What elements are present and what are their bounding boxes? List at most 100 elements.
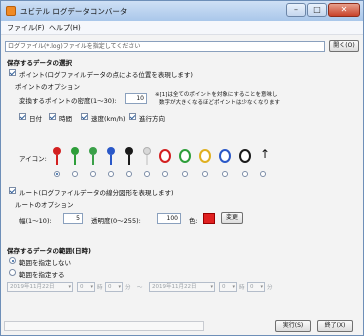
end-date-picker[interactable]: 2019年11月22日 ▾	[149, 282, 215, 292]
date-checkbox[interactable]	[19, 113, 26, 120]
title-bar[interactable]: ユビテル ログデータコンバータ – □ ✕	[1, 1, 363, 21]
dropdown-arrow-icon: ▾	[118, 284, 121, 290]
green-ring-icon[interactable]	[179, 147, 191, 169]
menu-help[interactable]: ヘルプ(H)	[49, 23, 81, 33]
start-hour-value: 0	[80, 284, 84, 290]
icon-radio-6[interactable]	[144, 171, 150, 177]
status-bar	[4, 321, 204, 331]
ring	[219, 149, 231, 163]
ring	[179, 149, 191, 163]
yellow-ring-icon[interactable]	[199, 147, 211, 169]
icon-radio-3[interactable]	[90, 171, 96, 177]
pin-head	[89, 147, 97, 155]
end-minute-unit: 分	[267, 285, 273, 291]
pin-head	[125, 147, 133, 155]
start-hour-unit: 時	[97, 285, 103, 291]
start-date-value: 2019年11月22日	[10, 284, 55, 290]
log-file-path-input[interactable]: ログファイル(*.log)ファイルを指定してください	[5, 41, 325, 52]
density-note-line1: ※[1]は全てのポイントを対象にすることを意味し	[155, 92, 278, 98]
route-color-swatch	[203, 213, 215, 224]
icon-label: アイコン:	[19, 155, 47, 163]
route-width-input[interactable]: 5	[63, 213, 83, 224]
icon-radio-2[interactable]	[72, 171, 78, 177]
route-options-title: ルートのオプション	[15, 201, 74, 209]
start-hour-select[interactable]: 0 ▾	[77, 282, 95, 292]
dropdown-arrow-icon: ▾	[90, 284, 93, 290]
pin-head	[143, 147, 151, 155]
red-pin-icon[interactable]	[51, 147, 63, 169]
speed-checkbox[interactable]	[81, 113, 88, 120]
pin-stem	[146, 155, 148, 165]
no-range-radio[interactable]	[9, 257, 16, 264]
black-pin-icon[interactable]	[123, 147, 135, 169]
green-pin-icon[interactable]	[87, 147, 99, 169]
start-minute-select[interactable]: 0 ▾	[105, 282, 123, 292]
point-options-title: ポイントのオプション	[15, 83, 80, 91]
icon-radio-7[interactable]	[162, 171, 168, 177]
black-ring-icon[interactable]	[239, 147, 251, 169]
arrow-up-glyph: ↑	[260, 147, 271, 161]
points-checkbox[interactable]	[9, 69, 16, 76]
route-opacity-label: 透明度(0〜255):	[91, 217, 141, 225]
arrow-up-icon[interactable]: ↑	[257, 147, 271, 169]
pin-stem	[128, 155, 130, 165]
menu-bar: ファイル(F) ヘルプ(H)	[1, 21, 363, 35]
date-label: 日付	[29, 115, 42, 123]
red-ring-icon[interactable]	[159, 147, 171, 169]
route-checkbox[interactable]	[9, 187, 16, 194]
no-range-label: 範囲を指定しない	[19, 259, 71, 267]
direction-checkbox[interactable]	[129, 113, 136, 120]
exit-button[interactable]: 終了(X)	[317, 320, 353, 332]
minimize-button[interactable]: –	[286, 3, 306, 17]
route-color-label: 色:	[189, 217, 198, 225]
dropdown-arrow-icon: ▾	[68, 284, 71, 290]
speed-label: 速度(km/h)	[91, 115, 126, 123]
direction-label: 進行方向	[139, 115, 165, 123]
end-hour-unit: 時	[239, 285, 245, 291]
route-opacity-input[interactable]: 100	[157, 213, 181, 224]
menu-file[interactable]: ファイル(F)	[7, 23, 45, 33]
save-data-section-title: 保存するデータの選択	[7, 59, 72, 67]
window-title: ユビテル ログデータコンバータ	[20, 7, 128, 16]
run-button[interactable]: 実行(S)	[275, 320, 311, 332]
white-pin-icon[interactable]	[141, 147, 153, 169]
end-hour-select[interactable]: 0 ▾	[219, 282, 237, 292]
range-section-title: 保存するデータの範囲(日時)	[7, 247, 91, 255]
time-checkbox[interactable]	[49, 113, 56, 120]
green-pin-icon[interactable]	[69, 147, 81, 169]
end-minute-select[interactable]: 0 ▾	[247, 282, 265, 292]
dropdown-arrow-icon: ▾	[232, 284, 235, 290]
set-range-label: 範囲を指定する	[19, 271, 65, 279]
icon-radio-8[interactable]	[182, 171, 188, 177]
main-window: ユビテル ログデータコンバータ – □ ✕ ファイル(F) ヘルプ(H) ログフ…	[0, 0, 364, 336]
icon-radio-11[interactable]	[242, 171, 248, 177]
icon-radio-5[interactable]	[126, 171, 132, 177]
pin-stem	[56, 155, 58, 165]
change-color-button[interactable]: 変更	[221, 212, 243, 224]
close-button[interactable]: ✕	[328, 3, 360, 17]
icon-radio-10[interactable]	[222, 171, 228, 177]
app-icon	[6, 6, 16, 16]
point-density-input[interactable]: 10	[125, 93, 147, 104]
pin-stem	[74, 155, 76, 165]
maximize-button[interactable]: □	[307, 3, 327, 17]
open-button[interactable]: 開く(O)	[329, 40, 359, 52]
pin-stem	[110, 155, 112, 165]
blue-ring-icon[interactable]	[219, 147, 231, 169]
ring	[199, 149, 211, 163]
icon-radio-1[interactable]	[54, 171, 60, 177]
range-separator: 〜	[137, 285, 143, 291]
points-checkbox-label: ポイント(ログファイルデータの点による位置を表現します)	[19, 71, 193, 79]
point-density-label: 変換するポイントの密度(1〜30):	[19, 97, 117, 105]
start-minute-unit: 分	[125, 285, 131, 291]
icon-radio-9[interactable]	[202, 171, 208, 177]
pin-head	[53, 147, 61, 155]
ring	[159, 149, 171, 163]
start-date-picker[interactable]: 2019年11月22日 ▾	[7, 282, 73, 292]
icon-radio-12[interactable]	[260, 171, 266, 177]
set-range-radio[interactable]	[9, 269, 16, 276]
pin-head	[71, 147, 79, 155]
end-minute-value: 0	[250, 284, 254, 290]
icon-radio-4[interactable]	[108, 171, 114, 177]
blue-pin-icon[interactable]	[105, 147, 117, 169]
